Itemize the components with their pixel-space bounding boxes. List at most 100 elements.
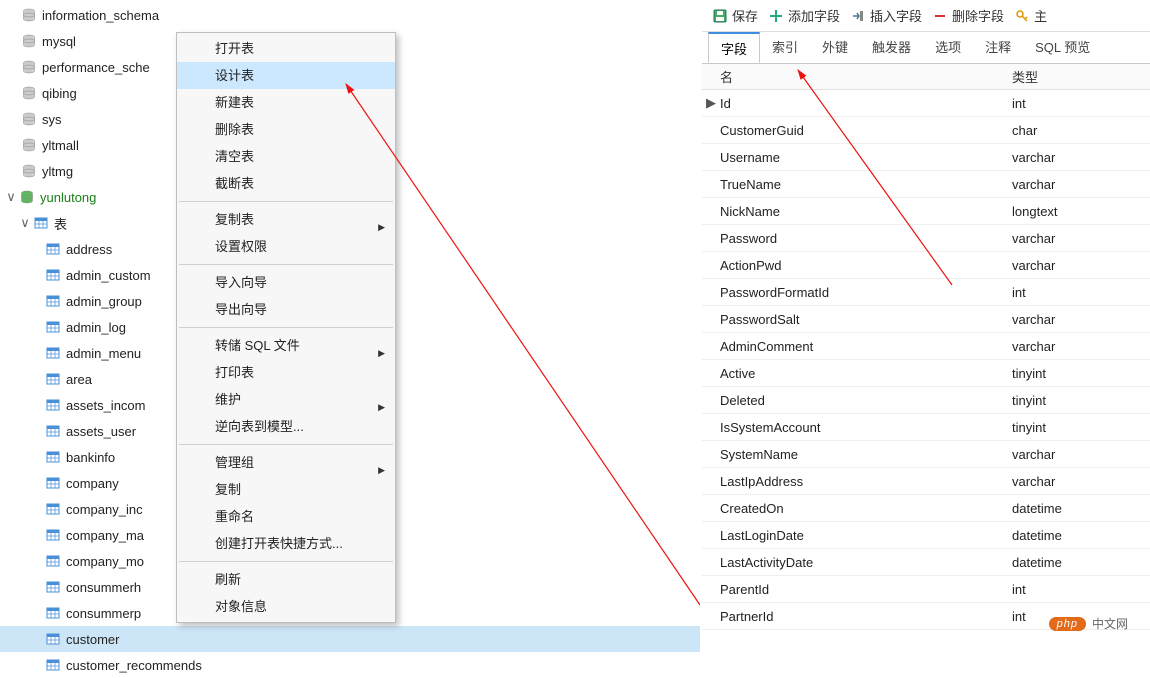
table-label: admin_custom	[66, 268, 151, 283]
menu-item[interactable]: 逆向表到模型...	[177, 413, 395, 440]
table-label: consummerp	[66, 606, 141, 621]
save-button[interactable]: 保存	[712, 6, 758, 25]
field-name: ActionPwd	[720, 258, 1012, 273]
database-icon	[20, 6, 38, 24]
field-list[interactable]: ▶IdintCustomerGuidcharUsernamevarcharTru…	[702, 90, 1150, 630]
tab[interactable]: 索引	[760, 32, 810, 63]
watermark-text: 中文网	[1092, 615, 1128, 632]
field-type: longtext	[1012, 204, 1150, 219]
menu-item[interactable]: 设置权限	[177, 233, 395, 260]
field-type: int	[1012, 582, 1150, 597]
add-field-button[interactable]: 添加字段	[768, 6, 840, 25]
field-row[interactable]: Usernamevarchar	[702, 144, 1150, 171]
field-name: ParentId	[720, 582, 1012, 597]
menu-item[interactable]: 创建打开表快捷方式...	[177, 530, 395, 557]
tab[interactable]: 注释	[973, 32, 1023, 63]
menu-item[interactable]: 新建表	[177, 89, 395, 116]
menu-item[interactable]: 清空表	[177, 143, 395, 170]
table-label: company_inc	[66, 502, 143, 517]
field-type: varchar	[1012, 150, 1150, 165]
menu-item[interactable]: 对象信息	[177, 593, 395, 620]
table-icon	[44, 292, 62, 310]
menu-item[interactable]: 删除表	[177, 116, 395, 143]
field-name: Password	[720, 231, 1012, 246]
table-node[interactable]: customer	[0, 626, 700, 652]
db-node[interactable]: information_schema	[0, 2, 700, 28]
menu-separator	[179, 444, 393, 445]
menu-item[interactable]: 设计表	[177, 62, 395, 89]
menu-item[interactable]: 导出向导	[177, 296, 395, 323]
table-label: customer	[66, 632, 119, 647]
field-row[interactable]: Deletedtinyint	[702, 387, 1150, 414]
tab[interactable]: 选项	[923, 32, 973, 63]
tab[interactable]: 触发器	[860, 32, 923, 63]
field-row[interactable]: LastIpAddressvarchar	[702, 468, 1150, 495]
field-name: NickName	[720, 204, 1012, 219]
designer-toolbar: 保存 添加字段 插入字段 删除字段 主	[702, 0, 1150, 32]
field-row[interactable]: SystemNamevarchar	[702, 441, 1150, 468]
save-icon	[712, 8, 728, 24]
insert-field-button[interactable]: 插入字段	[850, 6, 922, 25]
field-row[interactable]: PasswordSaltvarchar	[702, 306, 1150, 333]
menu-item[interactable]: 打开表	[177, 35, 395, 62]
db-label: yunlutong	[40, 190, 96, 205]
menu-item[interactable]: 维护	[177, 386, 395, 413]
field-name: LastActivityDate	[720, 555, 1012, 570]
delete-field-button[interactable]: 删除字段	[932, 6, 1004, 25]
field-row[interactable]: LastActivityDatedatetime	[702, 549, 1150, 576]
menu-item[interactable]: 刷新	[177, 566, 395, 593]
table-label: bankinfo	[66, 450, 115, 465]
table-context-menu[interactable]: 打开表设计表新建表删除表清空表截断表复制表设置权限导入向导导出向导转储 SQL …	[176, 32, 396, 623]
field-type: varchar	[1012, 258, 1150, 273]
field-row[interactable]: ActionPwdvarchar	[702, 252, 1150, 279]
field-name: TrueName	[720, 177, 1012, 192]
field-name: IsSystemAccount	[720, 420, 1012, 435]
tab[interactable]: 字段	[708, 32, 760, 63]
menu-item[interactable]: 转储 SQL 文件	[177, 332, 395, 359]
db-label: information_schema	[42, 8, 159, 23]
menu-item[interactable]: 导入向导	[177, 269, 395, 296]
field-type: tinyint	[1012, 393, 1150, 408]
table-icon	[44, 630, 62, 648]
menu-item[interactable]: 复制表	[177, 206, 395, 233]
field-row[interactable]: CustomerGuidchar	[702, 117, 1150, 144]
field-row[interactable]: Activetinyint	[702, 360, 1150, 387]
field-row[interactable]: IsSystemAccounttinyint	[702, 414, 1150, 441]
field-row[interactable]: ▶Idint	[702, 90, 1150, 117]
field-row[interactable]: ParentIdint	[702, 576, 1150, 603]
field-name: SystemName	[720, 447, 1012, 462]
table-label: admin_group	[66, 294, 142, 309]
field-row[interactable]: TrueNamevarchar	[702, 171, 1150, 198]
tab[interactable]: SQL 预览	[1023, 32, 1102, 63]
field-row[interactable]: LastLoginDatedatetime	[702, 522, 1150, 549]
primary-key-button[interactable]: 主	[1014, 6, 1047, 25]
table-icon	[44, 396, 62, 414]
table-icon	[44, 344, 62, 362]
table-icon	[44, 422, 62, 440]
field-row[interactable]: Passwordvarchar	[702, 225, 1150, 252]
field-type: int	[1012, 285, 1150, 300]
menu-item[interactable]: 截断表	[177, 170, 395, 197]
column-type-header: 类型	[1012, 67, 1150, 86]
table-node[interactable]: customer_recommends	[0, 652, 700, 678]
field-columns-header: 名 类型	[702, 64, 1150, 90]
field-type: datetime	[1012, 501, 1150, 516]
field-name: LastIpAddress	[720, 474, 1012, 489]
delete-field-icon	[932, 8, 948, 24]
menu-item[interactable]: 打印表	[177, 359, 395, 386]
field-row[interactable]: PasswordFormatIdint	[702, 279, 1150, 306]
expand-icon[interactable]: ∨	[4, 189, 18, 205]
expand-icon[interactable]: ∨	[18, 215, 32, 231]
database-icon	[20, 84, 38, 102]
field-name: CustomerGuid	[720, 123, 1012, 138]
field-row[interactable]: AdminCommentvarchar	[702, 333, 1150, 360]
menu-item[interactable]: 复制	[177, 476, 395, 503]
folder-label: 表	[54, 214, 67, 233]
field-row[interactable]: CreatedOndatetime	[702, 495, 1150, 522]
field-name: Username	[720, 150, 1012, 165]
menu-item[interactable]: 重命名	[177, 503, 395, 530]
tab[interactable]: 外键	[810, 32, 860, 63]
field-row[interactable]: NickNamelongtext	[702, 198, 1150, 225]
menu-item[interactable]: 管理组	[177, 449, 395, 476]
designer-tabs[interactable]: 字段索引外键触发器选项注释SQL 预览	[702, 32, 1150, 64]
